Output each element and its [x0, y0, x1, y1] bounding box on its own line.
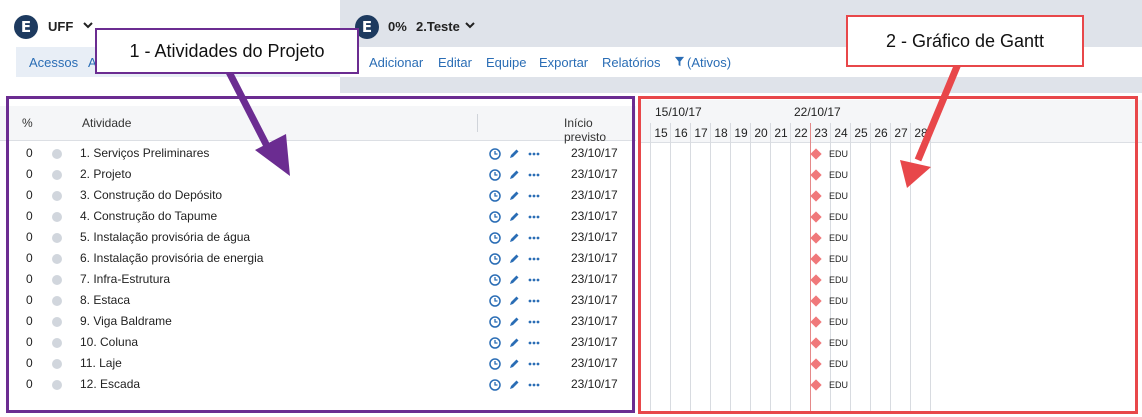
callout-gantt: 2 - Gráfico de Gantt	[846, 15, 1084, 67]
callout-activities: 1 - Atividades do Projeto	[95, 28, 359, 74]
arrow-gantt-line	[914, 62, 962, 162]
arrow-activities-line	[224, 68, 272, 150]
arrow-gantt-head	[900, 160, 931, 188]
